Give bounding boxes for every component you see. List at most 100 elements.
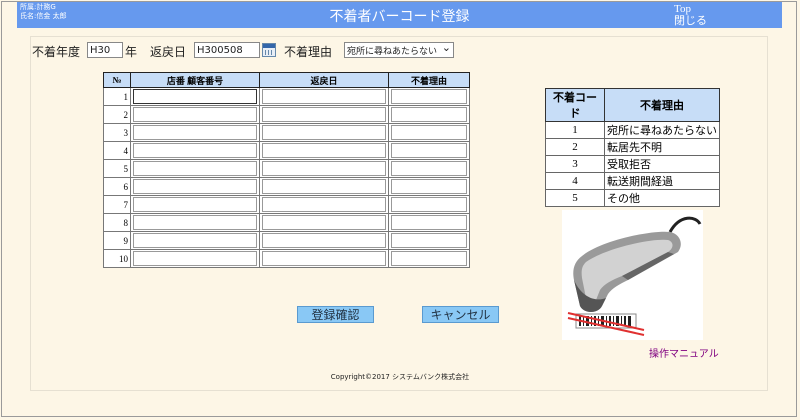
return-date-cell-input[interactable] bbox=[262, 233, 386, 248]
code-reason: 受取拒否 bbox=[604, 155, 720, 173]
customer-input[interactable] bbox=[133, 197, 257, 212]
reason-cell-input[interactable] bbox=[391, 125, 467, 140]
return-date-cell-input[interactable] bbox=[262, 89, 386, 104]
header-links: Top 閉じる bbox=[674, 3, 707, 27]
calendar-icon[interactable] bbox=[262, 43, 276, 57]
reason-cell-input[interactable] bbox=[391, 143, 467, 158]
table-cell bbox=[388, 213, 470, 232]
return-date-label: 返戻日 bbox=[150, 45, 187, 59]
return-date-cell-input[interactable] bbox=[262, 125, 386, 140]
customer-input[interactable] bbox=[133, 233, 257, 248]
table-cell bbox=[388, 159, 470, 178]
row-number: 2 bbox=[103, 105, 131, 124]
manual-link[interactable]: 操作マニュアル bbox=[649, 345, 719, 360]
table-cell bbox=[130, 159, 260, 178]
copyright: Copyright©2017 システムバンク株式会社 bbox=[330, 373, 470, 381]
table-cell bbox=[388, 231, 470, 250]
customer-input[interactable] bbox=[133, 143, 257, 158]
reason-cell-input[interactable] bbox=[391, 161, 467, 176]
year-suffix: 年 bbox=[125, 45, 138, 59]
table-cell bbox=[259, 195, 389, 214]
reason-selected-value: 宛所に尋ねあたらない bbox=[347, 47, 438, 57]
barcode-scanner-icon bbox=[567, 216, 702, 336]
row-number: 5 bbox=[103, 159, 131, 178]
table-cell bbox=[130, 123, 260, 142]
row-number: 3 bbox=[103, 123, 131, 142]
customer-input[interactable] bbox=[133, 125, 257, 140]
customer-input[interactable] bbox=[133, 161, 257, 176]
code-row: 1 宛所に尋ねあたらない bbox=[545, 121, 720, 139]
table-row: 1 bbox=[103, 87, 470, 106]
customer-input[interactable] bbox=[133, 251, 257, 266]
col-header-return-date: 返戻日 bbox=[259, 72, 389, 88]
customer-input[interactable] bbox=[133, 179, 257, 194]
row-number: 9 bbox=[103, 231, 131, 250]
customer-input[interactable] bbox=[133, 107, 257, 122]
table-cell bbox=[388, 123, 470, 142]
return-date-cell-input[interactable] bbox=[262, 179, 386, 194]
code-row: 3 受取拒否 bbox=[545, 155, 720, 173]
row-number: 1 bbox=[103, 87, 131, 106]
confirm-button[interactable]: 登録確認 bbox=[297, 306, 374, 323]
code-row: 2 転居先不明 bbox=[545, 138, 720, 156]
table-row: 8 bbox=[103, 213, 470, 232]
cancel-button[interactable]: キャンセル bbox=[422, 306, 499, 323]
table-cell bbox=[259, 87, 389, 106]
code-reason: 転居先不明 bbox=[604, 138, 720, 156]
page-title: 不着者バーコード登録 bbox=[329, 9, 470, 25]
table-row: 5 bbox=[103, 159, 470, 178]
year-input[interactable] bbox=[87, 42, 123, 58]
table-cell bbox=[388, 177, 470, 196]
row-number: 7 bbox=[103, 195, 131, 214]
code-value: 5 bbox=[545, 189, 605, 207]
return-date-cell-input[interactable] bbox=[262, 107, 386, 122]
table-cell bbox=[259, 105, 389, 124]
header-bar: 所属:計務G 氏名:信金 太郎 不着者バーコード登録 Top 閉じる bbox=[17, 2, 782, 28]
return-date-input[interactable] bbox=[194, 42, 260, 58]
table-row: 3 bbox=[103, 123, 470, 142]
return-date-cell-input[interactable] bbox=[262, 161, 386, 176]
table-cell bbox=[259, 141, 389, 160]
table-row: 6 bbox=[103, 177, 470, 196]
table-cell bbox=[388, 141, 470, 160]
reason-cell-input[interactable] bbox=[391, 215, 467, 230]
code-row: 4 転送期間経過 bbox=[545, 172, 720, 190]
close-link[interactable]: 閉じる bbox=[674, 15, 707, 27]
reason-cell-input[interactable] bbox=[391, 233, 467, 248]
table-row: 9 bbox=[103, 231, 470, 250]
code-value: 2 bbox=[545, 138, 605, 156]
table-cell bbox=[130, 141, 260, 160]
return-date-cell-input[interactable] bbox=[262, 251, 386, 266]
reason-cell-input[interactable] bbox=[391, 251, 467, 266]
col-header-reason: 不着理由 bbox=[388, 72, 470, 88]
reason-select[interactable]: 宛所に尋ねあたらない bbox=[344, 41, 454, 58]
reason-cell-input[interactable] bbox=[391, 197, 467, 212]
top-link[interactable]: Top bbox=[674, 3, 707, 15]
table-cell bbox=[130, 249, 260, 268]
customer-input[interactable] bbox=[133, 89, 257, 104]
reason-cell-input[interactable] bbox=[391, 107, 467, 122]
table-cell bbox=[130, 177, 260, 196]
customer-input[interactable] bbox=[133, 215, 257, 230]
reason-cell-input[interactable] bbox=[391, 89, 467, 104]
reason-cell-input[interactable] bbox=[391, 179, 467, 194]
row-number: 8 bbox=[103, 213, 131, 232]
return-date-cell-input[interactable] bbox=[262, 197, 386, 212]
code-value: 1 bbox=[545, 121, 605, 139]
table-cell bbox=[259, 123, 389, 142]
return-date-cell-input[interactable] bbox=[262, 215, 386, 230]
code-row: 5 その他 bbox=[545, 189, 720, 207]
table-cell bbox=[259, 213, 389, 232]
table-cell bbox=[130, 231, 260, 250]
table-cell bbox=[259, 231, 389, 250]
table-row: 7 bbox=[103, 195, 470, 214]
code-reason: その他 bbox=[604, 189, 720, 207]
row-number: 4 bbox=[103, 141, 131, 160]
entry-table: № 店番 顧客番号 返戻日 不着理由 1 2 3 4 5 6 7 8 9 10 bbox=[103, 72, 470, 268]
col-header-no: № bbox=[103, 72, 131, 88]
table-cell bbox=[388, 249, 470, 268]
table-row: 4 bbox=[103, 141, 470, 160]
return-date-cell-input[interactable] bbox=[262, 143, 386, 158]
table-cell bbox=[388, 105, 470, 124]
year-label: 不着年度 bbox=[32, 45, 81, 59]
